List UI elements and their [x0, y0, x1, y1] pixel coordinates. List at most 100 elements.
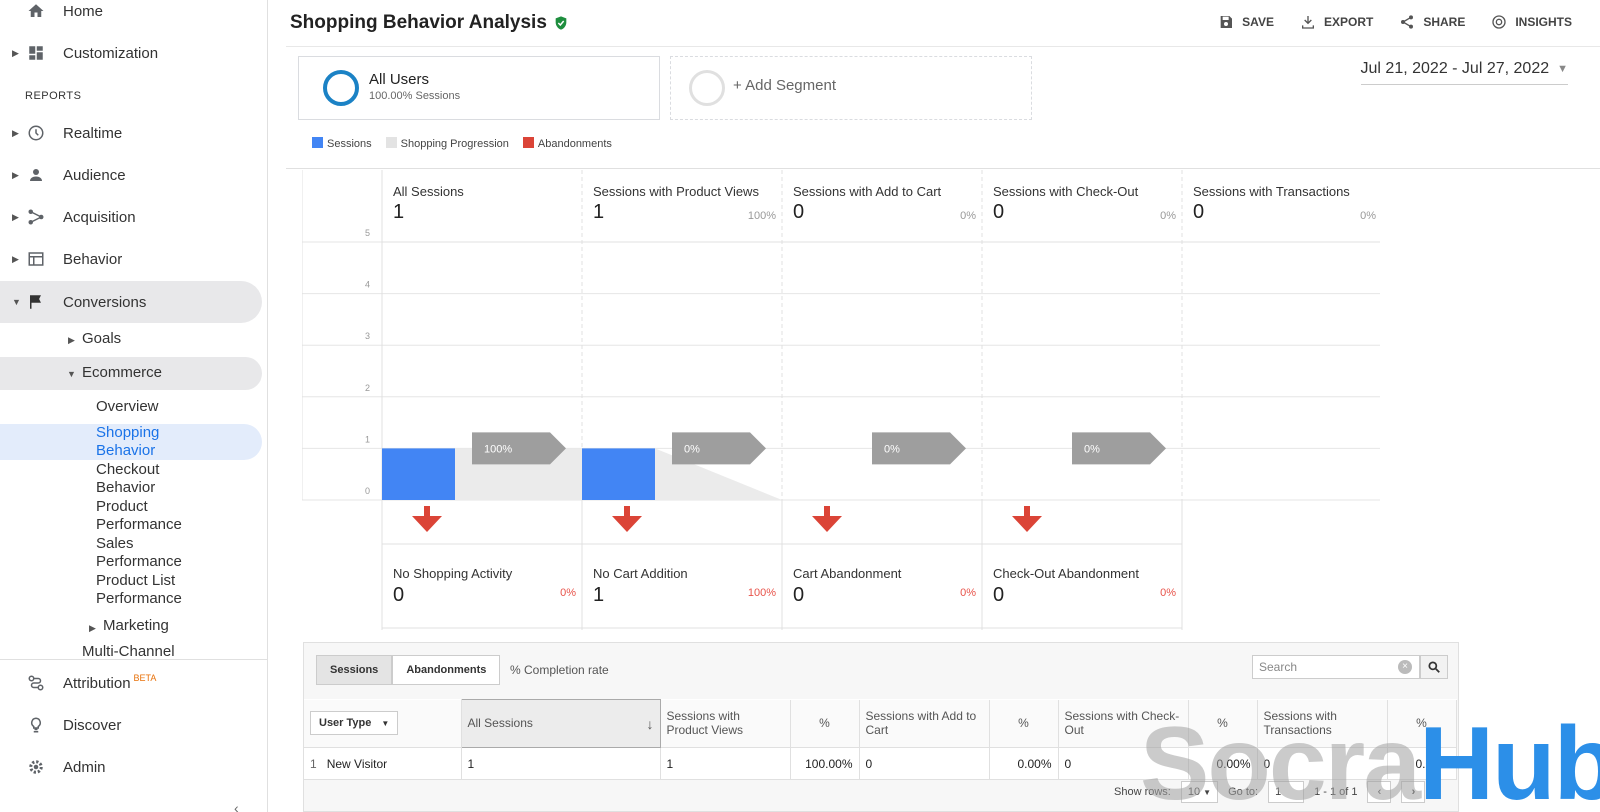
search-button[interactable]: [1420, 655, 1448, 679]
date-range-picker[interactable]: Jul 21, 2022 - Jul 27, 2022 ▼: [1360, 60, 1568, 85]
reports-section-label: REPORTS: [25, 90, 82, 102]
abandon-label: No Shopping Activity: [393, 566, 513, 581]
share-button[interactable]: SHARE: [1399, 14, 1465, 30]
chart-divider: [286, 168, 1600, 169]
sidebar-item-customization[interactable]: ▶ Customization: [0, 33, 260, 73]
stage-percent: 0%: [960, 210, 976, 222]
report-toolbar: SAVE EXPORT SHARE INSIGHTS: [1218, 14, 1572, 30]
segment-subtitle: 100.00% Sessions: [369, 90, 461, 102]
sidebar-item-multichannel[interactable]: Multi-Channel: [82, 643, 175, 659]
sidebar-item-product-list-performance[interactable]: Product List Performance: [96, 572, 182, 608]
insights-button[interactable]: INSIGHTS: [1491, 14, 1572, 30]
sidebar-item-label: Conversions: [63, 293, 147, 311]
header-divider: [286, 46, 1600, 47]
next-page-button[interactable]: ›: [1401, 781, 1426, 803]
table-header-row: User Type ▼ All Sessions ↓ Sessions with P…: [304, 699, 1457, 748]
sidebar-item-discover[interactable]: Discover: [0, 705, 260, 745]
save-button[interactable]: SAVE: [1218, 14, 1274, 30]
progression-label: 100%: [484, 443, 512, 455]
abandon-label: Cart Abandonment: [793, 566, 902, 581]
column-header-all-sessions[interactable]: All Sessions ↓: [460, 699, 661, 748]
table-search-input[interactable]: Search: [1252, 655, 1420, 679]
show-rows-select[interactable]: 10 ▼: [1180, 781, 1219, 803]
abandon-down-arrow-icon: [412, 506, 442, 532]
sidebar-item-product-performance[interactable]: Product Performance: [96, 498, 182, 534]
sidebar-item-audience[interactable]: ▶ Audience: [0, 155, 260, 195]
collapse-sidebar-icon[interactable]: ‹: [234, 800, 239, 812]
table-cell: 0.00%: [1188, 747, 1258, 780]
stage-value: 1: [593, 201, 605, 223]
dimension-cell: 1 New Visitor: [304, 747, 462, 780]
page-range: 1 - 1 of 1: [1314, 786, 1358, 798]
sidebar-item-admin[interactable]: Admin: [0, 747, 260, 787]
data-table-panel: Sessions Abandonments % Completion rate …: [303, 642, 1459, 812]
goto-label: Go to:: [1228, 786, 1259, 798]
add-segment-label: + Add Segment: [733, 77, 836, 94]
sidebar-item-marketing[interactable]: Marketing: [103, 617, 169, 635]
segment-all-users[interactable]: All Users 100.00% Sessions: [298, 56, 660, 120]
sidebar-item-attribution[interactable]: Attribution BETA: [0, 663, 260, 703]
column-header-product-views[interactable]: Sessions with Product Views: [660, 699, 791, 748]
metric-tabs: Sessions Abandonments: [316, 655, 501, 685]
label-line: Checkout: [96, 461, 160, 478]
row-index: 1: [310, 756, 317, 771]
column-header-add-to-cart[interactable]: Sessions with Add to Cart: [859, 699, 990, 748]
tab-abandonments[interactable]: Abandonments: [392, 655, 501, 685]
column-header-pct[interactable]: %: [790, 699, 860, 748]
column-header-pct[interactable]: %: [1387, 699, 1457, 748]
sidebar-item-acquisition[interactable]: ▶ Acquisition: [0, 197, 260, 237]
table-cell: 1: [660, 747, 791, 780]
rows-value: 10: [1187, 786, 1201, 798]
stage-label: Sessions with Transactions: [1193, 184, 1350, 199]
prev-page-button[interactable]: ‹: [1367, 781, 1392, 803]
insights-label: INSIGHTS: [1515, 15, 1572, 29]
sidebar-item-behavior[interactable]: ▶ Behavior: [0, 239, 260, 279]
clear-search-icon[interactable]: ×: [1398, 660, 1412, 674]
acquisition-icon: [26, 207, 46, 227]
export-button[interactable]: EXPORT: [1300, 14, 1373, 30]
sidebar-item-checkout-behavior[interactable]: Checkout Behavior: [96, 461, 159, 497]
sidebar-item-overview[interactable]: Overview: [96, 398, 159, 416]
shopping-funnel-chart: 5 4 3 2 1 0 100% 0% 0% 0% All Sessions 1 Sessions w…: [302, 170, 1380, 630]
abandon-percent: 0%: [960, 587, 976, 599]
caret-down-icon: ▼: [67, 369, 76, 379]
column-header-check-out[interactable]: Sessions with Check-Out: [1058, 699, 1189, 748]
stage-value: 0: [793, 201, 805, 223]
sidebar-item-shopping-behavior[interactable]: Shopping Behavior: [96, 424, 159, 460]
row-dimension-value[interactable]: New Visitor: [327, 757, 387, 771]
beta-badge: BETA: [133, 672, 157, 683]
date-range-label: Jul 21, 2022 - Jul 27, 2022: [1360, 60, 1550, 77]
column-header-transactions[interactable]: Sessions with Transactions: [1257, 699, 1388, 748]
column-header-pct[interactable]: %: [1188, 699, 1258, 748]
table-cell: 0.00%: [989, 747, 1059, 780]
sidebar-item-ecommerce[interactable]: Ecommerce: [82, 364, 162, 382]
stage-value: 0: [1193, 201, 1205, 223]
stage-percent: 100%: [747, 210, 776, 222]
tab-sessions[interactable]: Sessions: [316, 655, 393, 685]
y-tick-label: 4: [365, 280, 370, 290]
chart-legend: Sessions Shopping Progression Abandonmen…: [312, 137, 612, 150]
segment-name: All Users: [369, 71, 430, 88]
stage-label: Sessions with Add to Cart: [793, 184, 942, 199]
share-icon: [1401, 15, 1414, 29]
sidebar-item-home[interactable]: Home: [0, 0, 260, 31]
label-line: Performance: [96, 590, 182, 607]
completion-rate-label: % Completion rate: [510, 663, 609, 677]
attribution-icon: [26, 673, 46, 693]
abandon-down-arrow-icon: [612, 506, 642, 532]
sidebar-item-conversions[interactable]: ▼ Conversions: [0, 282, 260, 322]
add-segment-button[interactable]: + Add Segment: [670, 56, 1032, 120]
legend-item-progression: Shopping Progression: [385, 137, 509, 150]
save-label: SAVE: [1242, 15, 1274, 29]
caret-right-icon: ▶: [12, 253, 19, 264]
caret-right-icon: ▶: [12, 127, 19, 138]
sidebar-item-label: Acquisition: [63, 208, 136, 226]
sidebar-item-goals[interactable]: Goals: [82, 330, 121, 348]
sidebar-item-sales-performance[interactable]: Sales Performance: [96, 535, 182, 571]
abandon-down-arrow-icon: [1012, 506, 1042, 532]
stage-label: Sessions with Check-Out: [993, 184, 1139, 199]
column-header-pct[interactable]: %: [989, 699, 1059, 748]
sidebar-item-realtime[interactable]: ▶ Realtime: [0, 113, 260, 153]
dimension-select[interactable]: User Type ▼: [310, 711, 399, 736]
goto-input[interactable]: 1: [1268, 781, 1305, 803]
